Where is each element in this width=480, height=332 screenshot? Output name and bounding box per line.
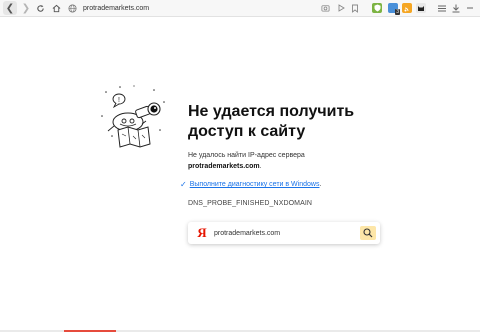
error-domain-line: protrademarkets.com. xyxy=(188,161,305,172)
chevron-left-icon: ❮ xyxy=(5,2,15,14)
camera-icon[interactable] xyxy=(320,3,330,13)
magnifier-icon xyxy=(363,228,373,238)
cat-extension-icon[interactable] xyxy=(416,3,426,13)
diagnostics-row: ✓ Выполните диагностику сети в Windows . xyxy=(180,180,321,189)
home-icon xyxy=(52,4,60,12)
error-description-line: Не удалось найти IP-адрес сервера xyxy=(188,152,305,159)
error-title: Не удается получить доступ к сайту xyxy=(188,103,355,140)
browser-toolbar: ❮ ❯ protrademarkets.com 3 xyxy=(0,0,480,17)
rss-extension-icon[interactable] xyxy=(402,3,412,13)
search-query[interactable]: protrademarkets.com xyxy=(214,230,360,237)
yandex-search-box[interactable]: Я protrademarkets.com xyxy=(188,222,380,244)
bookmark-icon[interactable] xyxy=(350,3,360,13)
home-button[interactable] xyxy=(50,1,62,15)
reload-button[interactable] xyxy=(34,1,46,15)
diagnostics-suffix: . xyxy=(319,181,322,188)
error-domain-suffix: . xyxy=(259,163,262,170)
download-icon[interactable] xyxy=(450,2,461,14)
no-connection-illustration: ! xyxy=(101,85,165,148)
extension-icon[interactable]: 3 xyxy=(388,3,400,15)
svg-text:!: ! xyxy=(118,97,120,104)
play-icon[interactable] xyxy=(336,3,346,13)
error-code: DNS_PROBE_FINISHED_NXDOMAIN xyxy=(188,200,313,207)
search-button[interactable] xyxy=(360,226,376,240)
shield-extension-icon[interactable] xyxy=(372,3,382,13)
yandex-logo: Я xyxy=(197,225,207,240)
menu-icon[interactable] xyxy=(436,2,447,14)
error-description: Не удалось найти IP-адрес сервера protra… xyxy=(188,150,305,172)
back-button[interactable]: ❮ xyxy=(3,1,17,15)
reload-icon xyxy=(36,4,44,12)
minimize-icon[interactable] xyxy=(464,2,475,14)
forward-button[interactable]: ❯ xyxy=(20,1,32,15)
globe-icon xyxy=(68,3,77,13)
chevron-check-icon: ✓ xyxy=(180,180,187,189)
diagnostics-link[interactable]: Выполните диагностику сети в Windows xyxy=(190,181,320,188)
url-text: protrademarkets.com xyxy=(83,4,150,12)
error-domain: protrademarkets.com xyxy=(188,163,260,170)
chevron-right-icon: ❯ xyxy=(21,2,31,14)
extension-badge: 3 xyxy=(395,9,400,15)
